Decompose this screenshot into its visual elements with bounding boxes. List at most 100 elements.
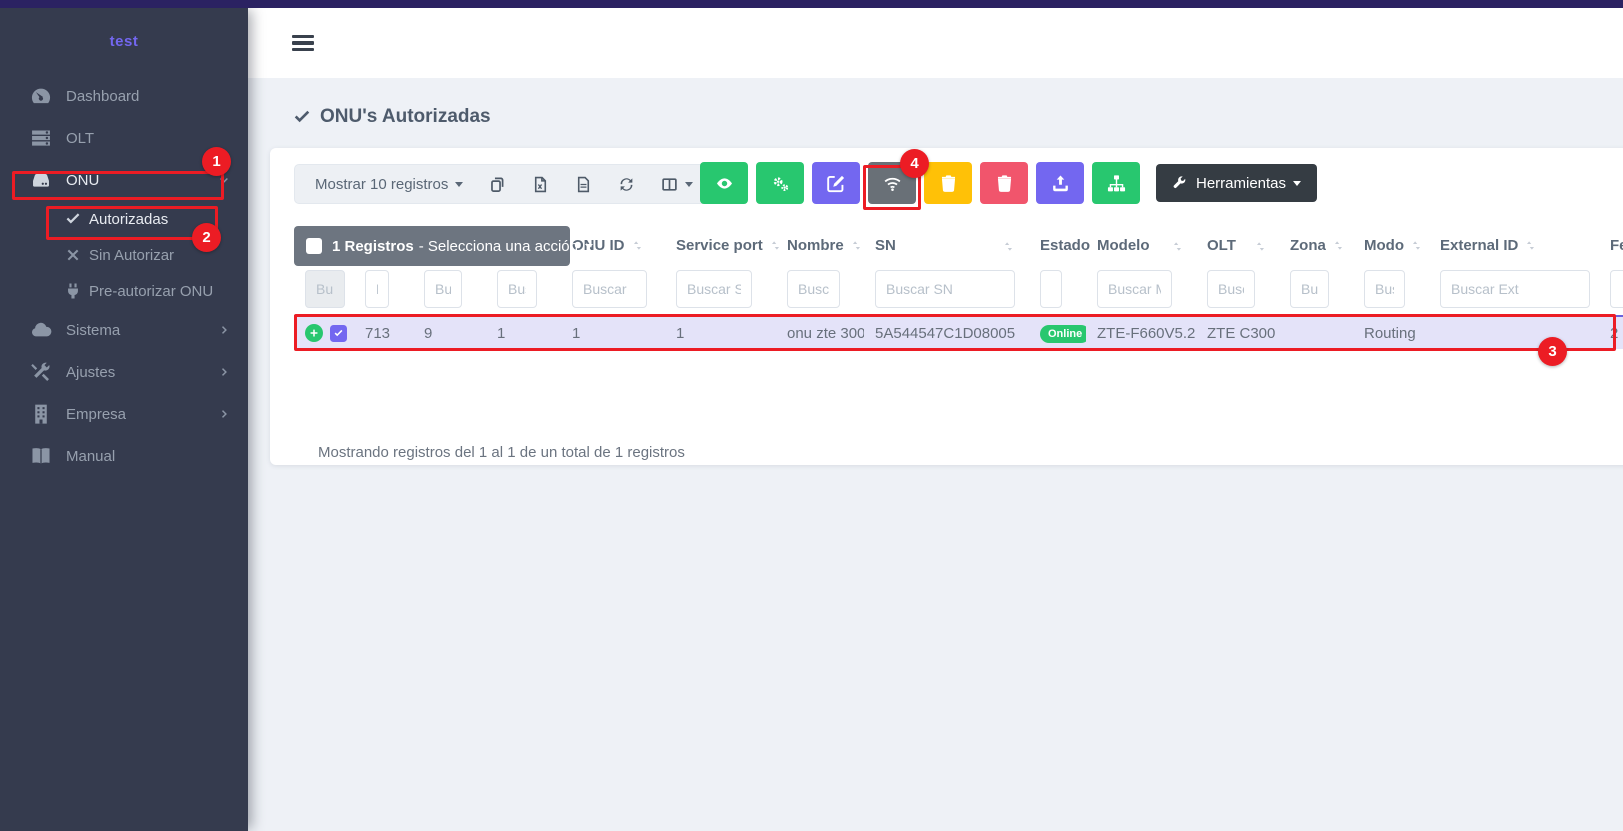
search-input[interactable] bbox=[1290, 270, 1329, 308]
search-input[interactable] bbox=[1364, 270, 1405, 308]
expand-row-button[interactable] bbox=[305, 324, 323, 342]
show-records-dropdown[interactable]: Mostrar 10 registros bbox=[309, 176, 476, 193]
sidebar-item-onu[interactable]: ONU bbox=[0, 159, 248, 201]
column-header-sn[interactable]: SN bbox=[864, 222, 1029, 268]
sidebar-item-label: Manual bbox=[66, 448, 230, 465]
gears-icon bbox=[771, 174, 790, 193]
chevron-down-icon bbox=[218, 174, 230, 186]
file-text-icon bbox=[575, 176, 592, 193]
column-header-estado[interactable]: Estado bbox=[1029, 222, 1086, 268]
herramientas-dropdown[interactable]: Herramientas bbox=[1156, 164, 1317, 202]
column-header-service-port[interactable]: Service port bbox=[665, 222, 776, 268]
export-file-button[interactable] bbox=[562, 176, 605, 193]
cell-service-port: 1 bbox=[665, 316, 776, 349]
sidebar-item-label: Dashboard bbox=[66, 88, 230, 105]
sort-icon bbox=[850, 239, 863, 252]
caret-down-icon bbox=[455, 182, 463, 187]
copy-icon bbox=[489, 176, 506, 193]
search-input[interactable] bbox=[1040, 270, 1062, 308]
top-accent-bar bbox=[0, 0, 1623, 8]
search-input[interactable] bbox=[875, 270, 1015, 308]
menu-toggle-icon[interactable] bbox=[292, 31, 314, 54]
delete-button[interactable] bbox=[980, 162, 1028, 204]
search-input[interactable] bbox=[787, 270, 840, 308]
sidebar-item-sistema[interactable]: Sistema bbox=[0, 309, 248, 351]
services-button[interactable] bbox=[756, 162, 804, 204]
column-header-fecha[interactable]: Fe bbox=[1599, 222, 1623, 268]
sidebar-item-empresa[interactable]: Empresa bbox=[0, 393, 248, 435]
file-excel-icon bbox=[532, 176, 549, 193]
search-input[interactable] bbox=[572, 270, 647, 308]
cell-modo: Routing bbox=[1353, 316, 1429, 349]
sort-icon bbox=[1410, 239, 1423, 252]
app-header bbox=[248, 8, 1623, 78]
search-input[interactable] bbox=[1610, 270, 1623, 308]
wrench-icon bbox=[1172, 176, 1187, 191]
eye-icon bbox=[715, 174, 734, 193]
sidebar-item-label: ONU bbox=[66, 172, 218, 189]
trash-icon bbox=[939, 174, 958, 193]
cloud-icon bbox=[30, 322, 52, 338]
sidebar-item-olt[interactable]: OLT bbox=[0, 117, 248, 159]
sidebar-item-sin-autorizar[interactable]: Sin Autorizar bbox=[0, 237, 248, 273]
cell: 9 bbox=[413, 316, 486, 349]
book-icon bbox=[30, 448, 52, 464]
cell-fecha: 2 bbox=[1599, 316, 1623, 349]
sidebar-item-dashboard[interactable]: Dashboard bbox=[0, 75, 248, 117]
sidebar-item-manual[interactable]: Manual bbox=[0, 435, 248, 477]
sidebar-item-label: OLT bbox=[66, 130, 230, 147]
column-header-modo[interactable]: Modo bbox=[1353, 222, 1429, 268]
column-header-olt[interactable]: OLT bbox=[1196, 222, 1279, 268]
export-excel-button[interactable] bbox=[519, 176, 562, 193]
sidebar-item-ajustes[interactable]: Ajustes bbox=[0, 351, 248, 393]
search-input[interactable] bbox=[1207, 270, 1255, 308]
upload-button[interactable] bbox=[1036, 162, 1084, 204]
sidebar-item-autorizadas[interactable]: Autorizadas bbox=[0, 201, 248, 237]
search-input[interactable] bbox=[1097, 270, 1172, 308]
search-input bbox=[305, 270, 345, 308]
cell-sn: 5A544547C1D08005 bbox=[864, 316, 1029, 349]
tools-icon bbox=[30, 364, 52, 380]
column-header-nombre[interactable]: Nombre bbox=[776, 222, 864, 268]
cell-id: 713 bbox=[354, 316, 413, 349]
sort-icon bbox=[631, 239, 644, 252]
table-toolbar-group: Mostrar 10 registros bbox=[294, 164, 721, 204]
search-input[interactable] bbox=[424, 270, 462, 308]
bulk-actions-dropdown[interactable]: 1 Registros - Selecciona una acción bbox=[294, 226, 570, 266]
sidebar-item-label: Empresa bbox=[66, 406, 218, 423]
edit-icon bbox=[827, 174, 846, 193]
sort-icon bbox=[769, 239, 782, 252]
column-header-external-id[interactable]: External ID bbox=[1429, 222, 1599, 268]
sidebar-item-label: Pre-autorizar ONU bbox=[89, 283, 230, 300]
column-header-modelo[interactable]: Modelo bbox=[1086, 222, 1196, 268]
search-input[interactable] bbox=[1440, 270, 1590, 308]
sidebar-item-label: Sistema bbox=[66, 322, 218, 339]
search-input[interactable] bbox=[676, 270, 752, 308]
main-area: ONU's Autorizadas Mostrar 10 registros bbox=[248, 8, 1623, 831]
copy-button[interactable] bbox=[476, 176, 519, 193]
cell-estado: Online bbox=[1029, 316, 1086, 349]
network-map-button[interactable] bbox=[1092, 162, 1140, 204]
cell-modelo: ZTE-F660V5.2 bbox=[1086, 316, 1196, 349]
view-button[interactable] bbox=[700, 162, 748, 204]
row-checkbox[interactable] bbox=[330, 325, 347, 342]
sidebar-item-pre-autorizar[interactable]: Pre-autorizar ONU bbox=[0, 273, 248, 309]
search-input[interactable] bbox=[497, 270, 537, 308]
select-all-checkbox[interactable] bbox=[306, 238, 322, 254]
onu-device-icon bbox=[30, 172, 52, 188]
search-input[interactable] bbox=[365, 270, 389, 308]
edit-button[interactable] bbox=[812, 162, 860, 204]
chevron-right-icon bbox=[218, 408, 230, 420]
x-icon bbox=[64, 247, 82, 263]
cell-zona bbox=[1279, 316, 1353, 349]
table-row[interactable]: 713 9 1 1 1 onu zte 300 5A544547C1D08005… bbox=[294, 316, 1623, 349]
wifi-button[interactable] bbox=[868, 162, 916, 204]
columns-visibility-dropdown[interactable] bbox=[648, 176, 706, 193]
caret-down-icon bbox=[1293, 181, 1301, 186]
sidebar-item-label: Sin Autorizar bbox=[89, 247, 230, 264]
refresh-button[interactable] bbox=[605, 176, 648, 193]
soft-delete-button[interactable] bbox=[924, 162, 972, 204]
app-logo[interactable]: test bbox=[0, 8, 248, 74]
column-header-zona[interactable]: Zona bbox=[1279, 222, 1353, 268]
sidebar-item-label: Ajustes bbox=[66, 364, 218, 381]
